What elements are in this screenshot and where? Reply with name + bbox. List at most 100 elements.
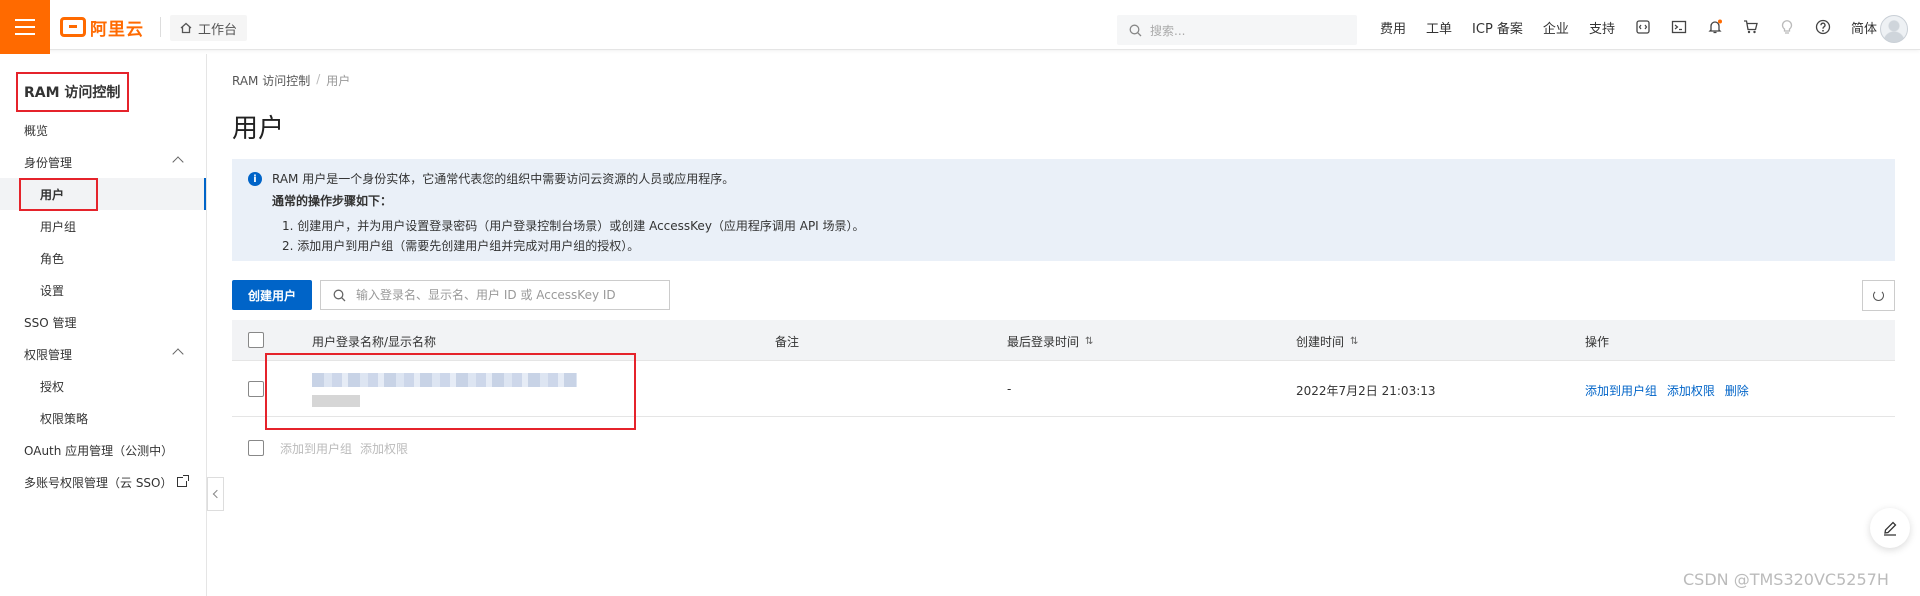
- col-header-name: 用户登录名称/显示名称: [312, 333, 436, 350]
- notice-line-2: 通常的操作步骤如下：: [272, 194, 393, 208]
- sidebar-item-overview[interactable]: 概览: [0, 114, 206, 146]
- bulk-select-checkbox[interactable]: [248, 440, 264, 456]
- notice-line-4: 2. 添加用户到用户组（需要先创建用户组并完成对用户组的授权）。: [282, 239, 640, 253]
- global-search-placeholder: 搜索...: [1150, 23, 1186, 38]
- chevron-up-icon: [172, 156, 184, 168]
- sidebar-collapse-button[interactable]: [207, 477, 224, 511]
- sidebar-item-settings[interactable]: 设置: [0, 274, 206, 306]
- sidebar-item-label: 权限策略: [40, 411, 89, 426]
- sidebar-item-grants[interactable]: 授权: [0, 370, 206, 402]
- watermark: CSDN @TMS320VC5257H: [1683, 570, 1889, 589]
- aliyun-logo[interactable]: 阿里云: [60, 13, 144, 41]
- cart-icon[interactable]: [1743, 19, 1759, 35]
- help-icon[interactable]: [1815, 19, 1831, 35]
- workbench-button[interactable]: 工作台: [170, 15, 248, 41]
- sidebar-item-label: 用户组: [40, 219, 77, 234]
- pencil-icon: [1884, 521, 1897, 536]
- created-time-cell: 2022年7月2日 21:03:13: [1296, 384, 1436, 398]
- bell-icon[interactable]: [1707, 19, 1723, 35]
- home-icon: [180, 22, 192, 34]
- sidebar-item-label: 授权: [40, 379, 65, 394]
- nav-tickets[interactable]: 工单: [1426, 18, 1452, 37]
- add-to-group-link[interactable]: 添加到用户组: [1585, 384, 1657, 398]
- sidebar-item-label: 设置: [40, 283, 65, 298]
- sidebar-item-roles[interactable]: 角色: [0, 242, 206, 274]
- divider: [160, 17, 161, 37]
- nav-icp[interactable]: ICP 备案: [1472, 18, 1523, 37]
- breadcrumb: RAM 访问控制 / 用户: [232, 72, 350, 89]
- sidebar-item-label: SSO 管理: [24, 315, 77, 330]
- sidebar-item-policies[interactable]: 权限策略: [0, 402, 206, 434]
- sidebar-title: RAM 访问控制: [16, 72, 129, 112]
- nav-support[interactable]: 支持: [1589, 18, 1615, 37]
- lightbulb-icon[interactable]: [1779, 19, 1795, 35]
- bulk-actions-bar: 添加到用户组 添加权限: [232, 428, 416, 468]
- page-title: 用户: [232, 114, 285, 144]
- notice-line-1: RAM 用户是一个身份实体，它通常代表您的组织中需要访问云资源的人员或应用程序。: [272, 172, 735, 186]
- create-user-button[interactable]: 创建用户: [232, 280, 312, 310]
- col-header-created-label: 创建时间: [1296, 335, 1345, 349]
- global-search-input[interactable]: 搜索...: [1117, 15, 1357, 45]
- breadcrumb-separator: /: [316, 72, 321, 86]
- top-bar: 阿里云 工作台 搜索... 费用 工单 ICP 备案 企业 支持 简体: [0, 0, 1920, 54]
- nav-fees[interactable]: 费用: [1380, 18, 1406, 37]
- notice-line-3: 1. 创建用户，并为用户设置登录密码（用户登录控制台场景）或创建 AccessK…: [282, 219, 865, 233]
- sidebar-item-label: 身份管理: [24, 155, 73, 170]
- language-switch[interactable]: 简体: [1851, 18, 1877, 37]
- highlight-box-user-row: [265, 353, 636, 430]
- col-header-name-label: 用户登录名称/显示名称: [312, 335, 437, 349]
- sort-icon[interactable]: ⇅: [1085, 336, 1093, 347]
- terminal-icon[interactable]: [1671, 19, 1687, 35]
- sidebar-item-oauth-apps[interactable]: OAuth 应用管理（公测中）: [0, 434, 206, 466]
- add-permission-link[interactable]: 添加权限: [1667, 384, 1715, 398]
- col-header-last-login[interactable]: 最后登录时间 ⇅: [1007, 333, 1093, 350]
- top-nav: 费用 工单 ICP 备案 企业 支持 简体: [1380, 0, 1897, 54]
- col-header-actions-label: 操作: [1585, 335, 1610, 349]
- sidebar: RAM 访问控制 概览 身份管理 用户 用户组 角色 设置 SSO 管理 权限管…: [0, 54, 207, 596]
- bulk-add-permission-button[interactable]: 添加权限: [360, 440, 408, 457]
- chevron-left-icon: [212, 489, 222, 499]
- sidebar-item-cloud-sso[interactable]: 多账号权限管理（云 SSO）: [0, 466, 206, 498]
- sidebar-item-label: 权限管理: [24, 347, 73, 362]
- select-all-checkbox[interactable]: [248, 332, 264, 348]
- external-link-icon: [176, 475, 189, 487]
- breadcrumb-current: 用户: [326, 74, 351, 88]
- sidebar-item-permission-management[interactable]: 权限管理: [0, 338, 206, 370]
- user-search-input[interactable]: [356, 288, 656, 302]
- sidebar-item-identity-management[interactable]: 身份管理: [0, 146, 206, 178]
- sidebar-item-user-groups[interactable]: 用户组: [0, 210, 206, 242]
- col-header-note-label: 备注: [775, 335, 800, 349]
- user-avatar[interactable]: [1880, 15, 1908, 43]
- last-login-cell: -: [1007, 382, 1012, 396]
- nav-enterprise[interactable]: 企业: [1543, 18, 1569, 37]
- sidebar-item-sso[interactable]: SSO 管理: [0, 306, 206, 338]
- refresh-button[interactable]: [1862, 280, 1895, 311]
- delete-link[interactable]: 删除: [1725, 384, 1749, 398]
- sort-icon[interactable]: ⇅: [1350, 336, 1358, 347]
- row-checkbox[interactable]: [248, 381, 264, 397]
- info-notice: i RAM 用户是一个身份实体，它通常代表您的组织中需要访问云资源的人员或应用程…: [232, 159, 1895, 261]
- highlight-box-users: [19, 178, 98, 211]
- feedback-edit-button[interactable]: [1870, 508, 1910, 548]
- actions-cell: 添加到用户组 添加权限 删除: [1585, 382, 1755, 399]
- cloud-shell-icon[interactable]: [1635, 19, 1651, 35]
- logo-text: 阿里云: [90, 19, 144, 40]
- aliyun-logo-icon: [60, 17, 86, 37]
- workbench-label: 工作台: [198, 22, 238, 38]
- sidebar-item-label: 多账号权限管理（云 SSO）: [24, 475, 173, 490]
- search-icon: [333, 289, 346, 301]
- breadcrumb-root[interactable]: RAM 访问控制: [232, 72, 310, 89]
- menu-icon: [15, 19, 35, 35]
- user-search-box: [320, 280, 670, 310]
- search-icon: [1129, 24, 1142, 36]
- col-header-actions: 操作: [1585, 333, 1609, 350]
- sidebar-item-label: 概览: [24, 123, 49, 138]
- col-header-created[interactable]: 创建时间 ⇅: [1296, 333, 1358, 350]
- hamburger-menu-button[interactable]: [0, 0, 50, 54]
- info-icon: i: [248, 172, 262, 186]
- col-header-last-login-label: 最后登录时间: [1007, 335, 1080, 349]
- col-header-note: 备注: [775, 333, 799, 350]
- bulk-add-to-group-button[interactable]: 添加到用户组: [280, 440, 352, 457]
- refresh-icon: [1873, 290, 1884, 301]
- sidebar-item-label: 角色: [40, 251, 65, 266]
